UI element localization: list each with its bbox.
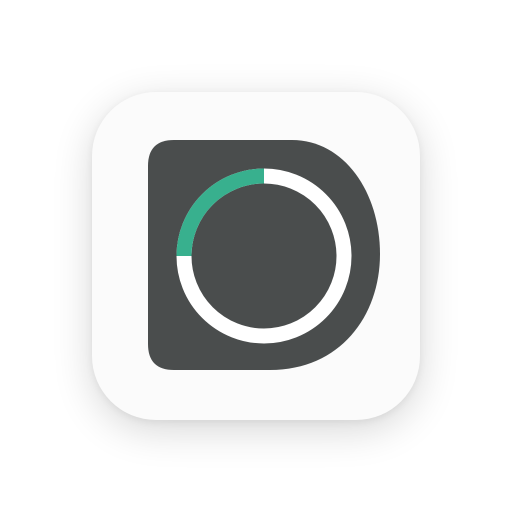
d-logo-icon [148,140,380,370]
icon-canvas [0,0,512,512]
app-icon-tile[interactable] [92,92,420,420]
